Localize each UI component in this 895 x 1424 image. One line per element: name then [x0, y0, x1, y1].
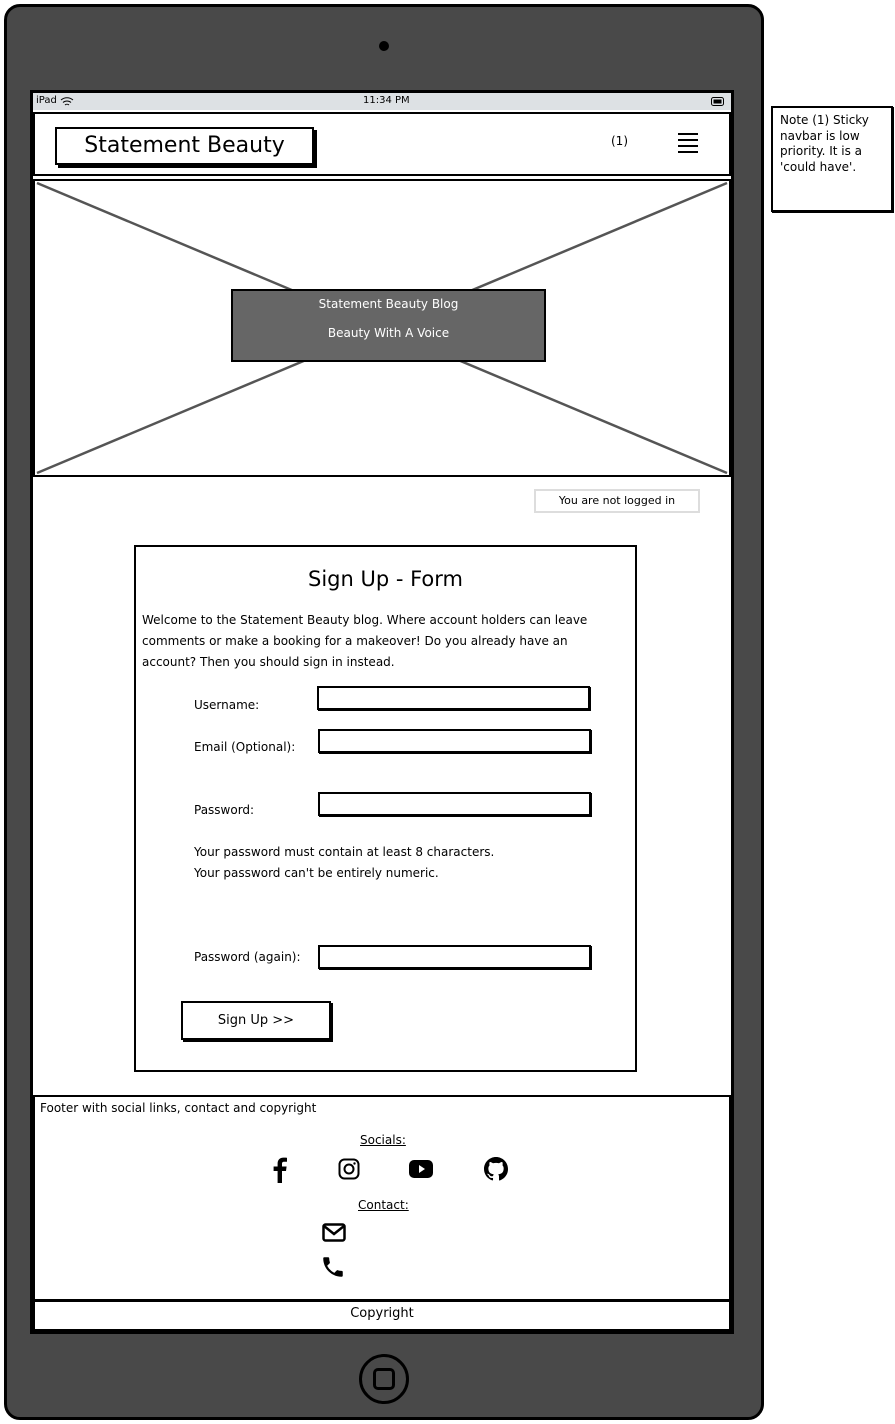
hamburger-icon[interactable] [677, 131, 699, 153]
password-again-label: Password (again): [194, 950, 301, 964]
envelope-icon[interactable] [322, 1223, 346, 1242]
login-status-badge: You are not logged in [534, 489, 700, 513]
email-label: Email (Optional): [194, 740, 296, 754]
copyright-bar: Copyright [33, 1300, 731, 1331]
username-label: Username: [194, 698, 260, 712]
instagram-icon[interactable] [338, 1158, 360, 1180]
wifi-icon [60, 97, 74, 106]
note-reference: (1) [611, 134, 628, 148]
signup-button[interactable]: Sign Up >> [181, 1001, 331, 1040]
email-input[interactable] [318, 729, 591, 753]
device-label: iPad [36, 95, 57, 106]
password-again-input[interactable] [318, 945, 591, 969]
hero-overlay: Statement Beauty Blog Beauty With A Voic… [231, 289, 546, 362]
username-input[interactable] [317, 686, 590, 710]
footer: Footer with social links, contact and co… [33, 1095, 731, 1301]
phone-icon[interactable] [320, 1254, 346, 1280]
brand-logo[interactable]: Statement Beauty [55, 127, 314, 165]
password-input[interactable] [318, 792, 591, 816]
youtube-icon[interactable] [409, 1160, 433, 1178]
home-button-icon [373, 1368, 395, 1390]
clock: 11:34 PM [363, 95, 410, 106]
form-intro: Welcome to the Statement Beauty blog. Wh… [142, 613, 588, 669]
battery-icon [711, 97, 724, 106]
contact-heading: Contact: [358, 1198, 409, 1212]
footer-description: Footer with social links, contact and co… [40, 1101, 317, 1115]
hero-title: Statement Beauty Blog [318, 297, 459, 311]
password-label: Password: [194, 803, 255, 817]
annotation-note: Note (1) Sticky navbar is low priority. … [771, 106, 893, 212]
github-icon[interactable] [484, 1157, 508, 1181]
signup-form: Sign Up - Form Welcome to the Statement … [134, 545, 637, 1072]
password-help-2: Your password can't be entirely numeric. [194, 866, 439, 880]
socials-heading: Socials: [360, 1133, 406, 1147]
form-title: Sign Up - Form [307, 567, 463, 591]
hero-subtitle: Beauty With A Voice [327, 326, 450, 340]
facebook-icon[interactable] [273, 1157, 287, 1183]
status-bar: iPad 11:34 PM [33, 93, 731, 110]
password-help-1: Your password must contain at least 8 ch… [194, 845, 495, 859]
camera [379, 41, 389, 51]
